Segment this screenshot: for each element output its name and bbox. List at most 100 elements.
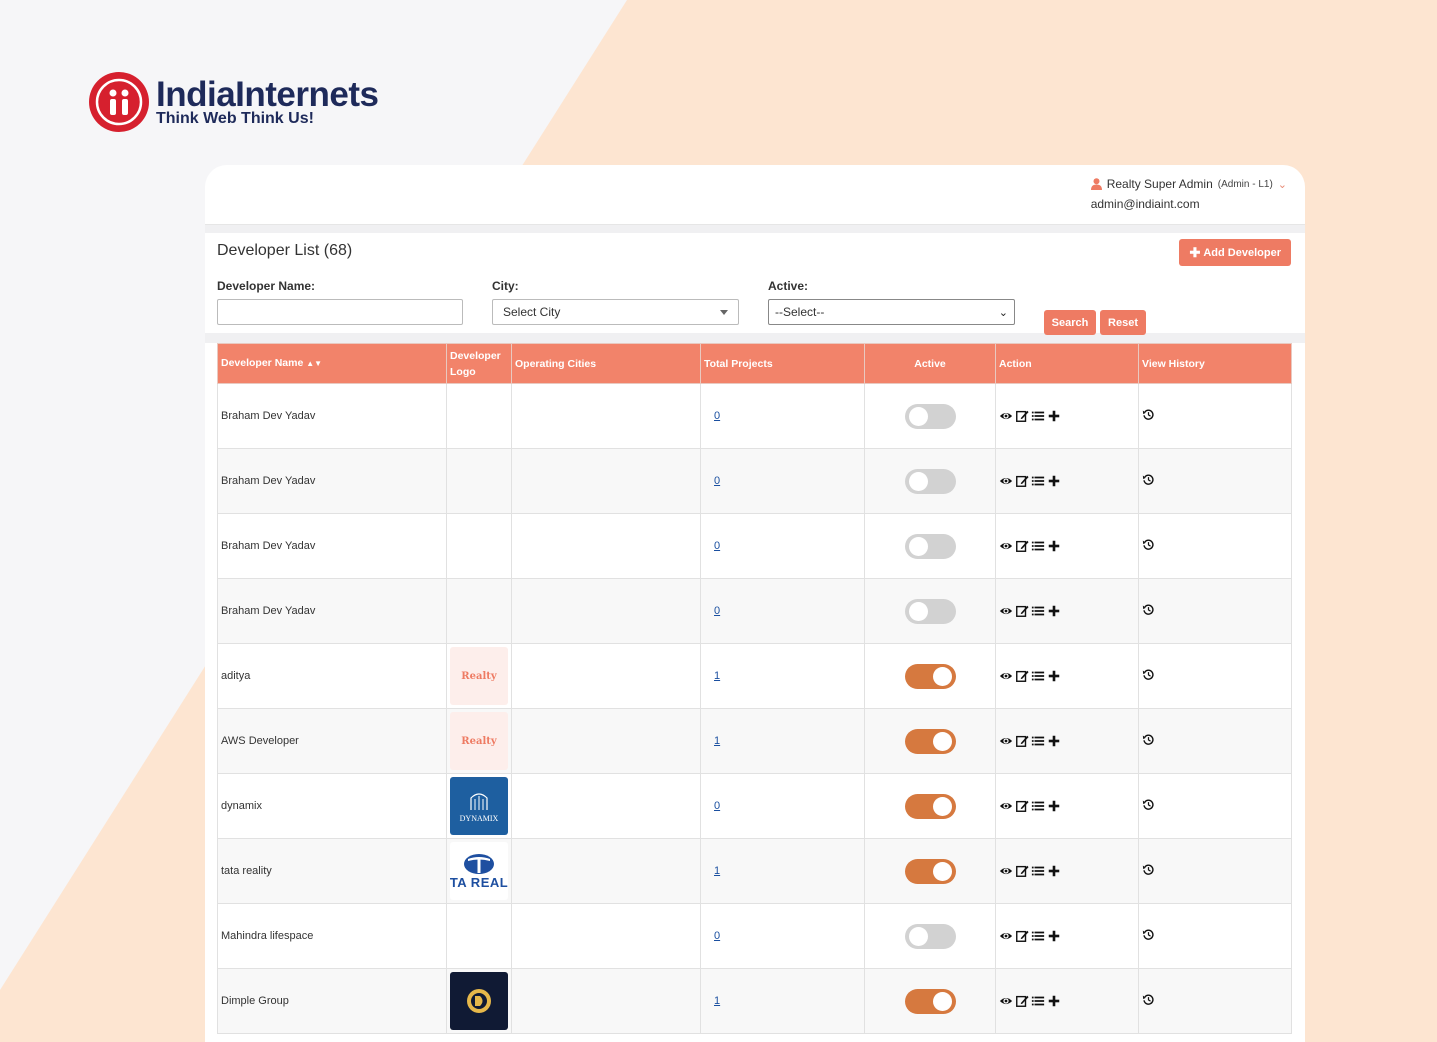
active-toggle[interactable]	[904, 793, 956, 819]
active-toggle[interactable]	[904, 403, 956, 429]
history-icon[interactable]	[1142, 668, 1155, 681]
total-projects-link[interactable]: 0	[704, 930, 720, 942]
chevron-down-icon[interactable]: ⌄	[1278, 178, 1287, 191]
total-projects-cell: 1	[700, 968, 865, 1034]
plus-icon[interactable]	[1047, 734, 1061, 748]
total-projects-link[interactable]: 1	[704, 995, 720, 1007]
view-history-cell	[1138, 773, 1292, 839]
developer-logo-cell	[446, 448, 512, 514]
operating-cities-cell	[511, 708, 701, 774]
plus-icon[interactable]	[1047, 929, 1061, 943]
eye-icon[interactable]	[999, 929, 1013, 943]
view-history-cell	[1138, 708, 1292, 774]
total-projects-link[interactable]: 0	[704, 800, 720, 812]
view-history-cell	[1138, 383, 1292, 449]
list-icon[interactable]	[1031, 929, 1045, 943]
user-menu[interactable]: Realty Super Admin (Admin - L1) ⌄ admin@…	[1090, 177, 1287, 211]
eye-icon[interactable]	[999, 409, 1013, 423]
active-cell	[864, 773, 996, 839]
list-icon[interactable]	[1031, 734, 1045, 748]
eye-icon[interactable]	[999, 799, 1013, 813]
plus-icon[interactable]	[1047, 994, 1061, 1008]
edit-icon[interactable]	[1015, 799, 1029, 813]
plus-icon[interactable]	[1047, 669, 1061, 683]
edit-icon[interactable]	[1015, 929, 1029, 943]
history-icon[interactable]	[1142, 538, 1155, 551]
active-toggle[interactable]	[904, 663, 956, 689]
list-icon[interactable]	[1031, 474, 1045, 488]
plus-icon[interactable]	[1047, 539, 1061, 553]
developer-name-input[interactable]	[217, 299, 463, 325]
list-icon[interactable]	[1031, 799, 1045, 813]
total-projects-link[interactable]: 0	[704, 410, 720, 422]
active-toggle[interactable]	[904, 598, 956, 624]
edit-icon[interactable]	[1015, 734, 1029, 748]
column-developer-name[interactable]: Developer Name ▲▼	[217, 343, 447, 384]
history-icon[interactable]	[1142, 733, 1155, 746]
eye-icon[interactable]	[999, 474, 1013, 488]
active-toggle[interactable]	[904, 468, 956, 494]
history-icon[interactable]	[1142, 408, 1155, 421]
eye-icon[interactable]	[999, 864, 1013, 878]
history-icon[interactable]	[1142, 993, 1155, 1006]
developer-logo-cell: DYNAMIX	[446, 773, 512, 839]
reset-button[interactable]: Reset	[1100, 310, 1146, 335]
column-active: Active	[864, 343, 996, 384]
eye-icon[interactable]	[999, 539, 1013, 553]
plus-icon[interactable]	[1047, 604, 1061, 618]
logo-text: Realty	[461, 735, 497, 747]
edit-icon[interactable]	[1015, 474, 1029, 488]
table-row: Braham Dev Yadav 0	[217, 383, 1292, 449]
active-toggle[interactable]	[904, 923, 956, 949]
total-projects-link[interactable]: 1	[704, 670, 720, 682]
plus-icon[interactable]	[1047, 799, 1061, 813]
edit-icon[interactable]	[1015, 604, 1029, 618]
active-toggle[interactable]	[904, 988, 956, 1014]
total-projects-link[interactable]: 0	[704, 540, 720, 552]
history-icon[interactable]	[1142, 603, 1155, 616]
list-icon[interactable]	[1031, 864, 1045, 878]
history-icon[interactable]	[1142, 928, 1155, 941]
list-icon[interactable]	[1031, 994, 1045, 1008]
add-developer-button[interactable]: ✚ Add Developer	[1179, 239, 1291, 266]
active-cell	[864, 708, 996, 774]
developer-logo	[450, 972, 508, 1030]
active-select-value: --Select--	[775, 305, 825, 319]
active-toggle[interactable]	[904, 858, 956, 884]
plus-icon[interactable]	[1047, 474, 1061, 488]
eye-icon[interactable]	[999, 994, 1013, 1008]
active-toggle[interactable]	[904, 728, 956, 754]
active-select[interactable]: --Select-- ⌄	[768, 299, 1015, 325]
edit-icon[interactable]	[1015, 994, 1029, 1008]
list-icon[interactable]	[1031, 409, 1045, 423]
list-icon[interactable]	[1031, 604, 1045, 618]
sort-icon[interactable]: ▲▼	[306, 359, 322, 368]
table-header-row: Developer Name ▲▼ Developer Logo Operati…	[217, 343, 1292, 384]
list-icon[interactable]	[1031, 669, 1045, 683]
history-icon[interactable]	[1142, 863, 1155, 876]
active-toggle[interactable]	[904, 533, 956, 559]
total-projects-link[interactable]: 1	[704, 865, 720, 877]
search-button[interactable]: Search	[1044, 310, 1096, 335]
eye-icon[interactable]	[999, 669, 1013, 683]
city-select[interactable]: Select City	[492, 299, 739, 325]
plus-icon: ✚	[1189, 244, 1201, 260]
action-cell	[995, 643, 1139, 709]
eye-icon[interactable]	[999, 734, 1013, 748]
view-history-cell	[1138, 448, 1292, 514]
total-projects-link[interactable]: 1	[704, 735, 720, 747]
edit-icon[interactable]	[1015, 409, 1029, 423]
history-icon[interactable]	[1142, 798, 1155, 811]
plus-icon[interactable]	[1047, 409, 1061, 423]
total-projects-link[interactable]: 0	[704, 475, 720, 487]
plus-icon[interactable]	[1047, 864, 1061, 878]
total-projects-cell: 1	[700, 643, 865, 709]
edit-icon[interactable]	[1015, 539, 1029, 553]
total-projects-link[interactable]: 0	[704, 605, 720, 617]
history-icon[interactable]	[1142, 473, 1155, 486]
edit-icon[interactable]	[1015, 669, 1029, 683]
eye-icon[interactable]	[999, 604, 1013, 618]
list-icon[interactable]	[1031, 539, 1045, 553]
total-projects-cell: 1	[700, 708, 865, 774]
edit-icon[interactable]	[1015, 864, 1029, 878]
